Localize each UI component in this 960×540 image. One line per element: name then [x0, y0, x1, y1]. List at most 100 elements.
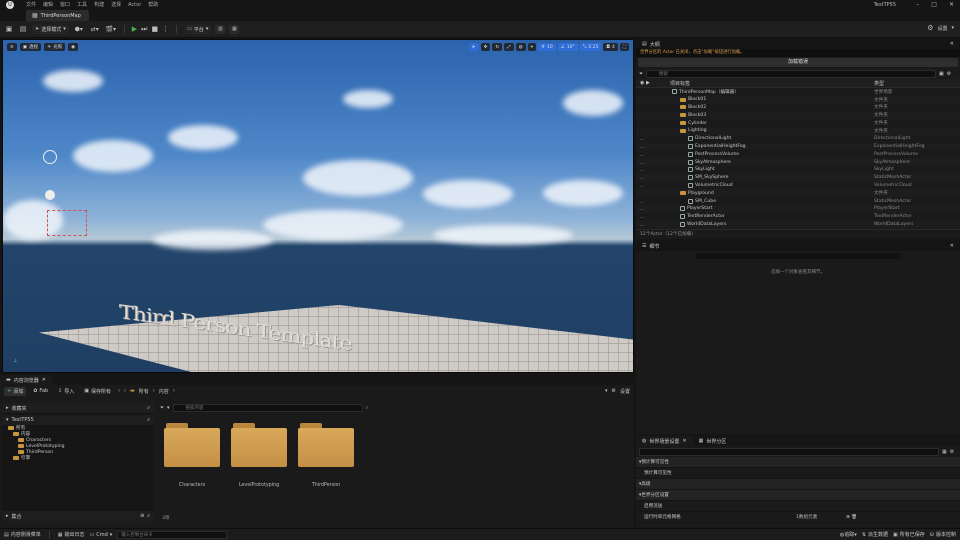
revision-control-button[interactable]: ⛁ 版本控制 [930, 531, 956, 539]
folder-thumbnail-icon[interactable] [164, 423, 220, 467]
all-saved-status[interactable]: ▣ 所有已保存 [893, 531, 925, 539]
folder-thumbnail-icon[interactable] [231, 423, 287, 467]
visibility-toggle-icon[interactable]: ‿ [636, 160, 648, 165]
close-icon[interactable]: ✕ [950, 243, 954, 249]
menu-select[interactable]: 选择 [111, 1, 121, 8]
menu-build[interactable]: 构建 [94, 1, 104, 8]
folder-thumbnail-icon[interactable] [298, 423, 354, 467]
play-options-icon[interactable]: ⋮ [162, 25, 169, 33]
marketplace-icon[interactable]: ▦ [229, 24, 240, 34]
level-viewport[interactable]: Third Person Template ⊥ ≡ ▣ 透视 ☀ 光照 ◉ ➤ … [2, 39, 634, 373]
rotate-tool-icon[interactable]: ↻ [492, 43, 503, 51]
back-icon[interactable]: ‹ [118, 388, 120, 394]
property-row[interactable]: 运行时单元格网格 1数组元素 ⊕ 🗑 [636, 512, 960, 523]
perspective-button[interactable]: ▣ 透视 [19, 43, 42, 51]
scale-tool-icon[interactable]: ⤢ [504, 43, 514, 51]
outliner-row[interactable]: Lighting 文件夹 [636, 126, 960, 135]
forward-icon[interactable]: › [124, 388, 126, 394]
visibility-toggle-icon[interactable]: ‿ [636, 175, 648, 180]
tab-world-settings[interactable]: ◍ 世界场景设置 ✕ [636, 436, 693, 446]
close-icon[interactable]: ✕ [682, 438, 686, 444]
viewport-menu-button[interactable]: ≡ [7, 43, 17, 51]
outliner-search-input[interactable]: 搜索 [646, 69, 937, 78]
outliner-row[interactable]: ‿ SkyAtmosphere SkyAtmosphere [636, 158, 960, 166]
mode-dropdown[interactable]: ➤ 选择模式 ▾ [32, 24, 69, 34]
folder-tree-item[interactable]: 引擎 [2, 455, 154, 461]
project-header[interactable]: ▾ TestTP55 ⌕ [2, 415, 154, 425]
property-row[interactable]: 启用流送 [636, 501, 960, 512]
property-row[interactable]: 预计算可见性 [636, 468, 960, 479]
search-icon[interactable]: ⌕ [147, 513, 150, 519]
visibility-toggle-icon[interactable]: ‿ [636, 167, 648, 172]
content-search-input[interactable]: 搜索内容 [172, 403, 363, 412]
platform-dropdown[interactable]: ▭ 平台 ▾ [184, 24, 212, 34]
translate-tool-icon[interactable]: ✥ [480, 43, 491, 51]
outliner-row[interactable]: ‿ SM_Cube StaticMeshActor [636, 197, 960, 205]
outliner-row[interactable]: ‿ SkyLight SkyLight [636, 166, 960, 174]
filter-icon[interactable]: ⏷ [639, 71, 643, 77]
show-button[interactable]: ◉ [68, 43, 79, 51]
favorites-header[interactable]: ▸ 收藏夹 ⌕ [2, 403, 154, 413]
visibility-toggle-icon[interactable]: ‿ [636, 199, 648, 204]
folder-label[interactable]: ThirdPerson [291, 483, 361, 488]
close-icon[interactable]: ✕ [42, 377, 46, 383]
outliner-row[interactable]: ‿ WorldDataLayers WorldDataLayers [636, 220, 960, 229]
outliner-row[interactable]: ‿ ExponentialHeightFog ExponentialHeightFo… [636, 142, 960, 151]
visibility-toggle-icon[interactable]: ‿ [636, 222, 648, 227]
outliner-row[interactable]: Playground 文件夹 [636, 189, 960, 198]
outliner-row[interactable]: ‿ PostProcessVolume PostProcessVolume [636, 150, 960, 158]
col-type-header[interactable]: 类型 [874, 80, 884, 87]
close-icon[interactable]: ✕ [950, 41, 954, 47]
content-drawer-button[interactable]: ▤ 内容侧滑菜单 [4, 531, 41, 539]
outliner-row[interactable]: Cylinder 文件夹 [636, 119, 960, 127]
array-add-remove-icon[interactable]: ⊕ 🗑 [846, 515, 857, 520]
folder-label[interactable]: Characters [157, 483, 227, 488]
blueprint-icon[interactable]: ⇄▾ [89, 26, 101, 33]
history-dropdown-icon[interactable]: ▾ [605, 388, 608, 394]
select-tool-icon[interactable]: ➤ [468, 43, 479, 51]
lit-button[interactable]: ☀ 光照 [44, 43, 66, 51]
menu-window[interactable]: 窗口 [60, 1, 70, 8]
col-label-header[interactable]: 项目标签 [670, 80, 690, 87]
outliner-row[interactable]: ‿ TextRenderActor TextRenderActor [636, 213, 960, 221]
gear-icon[interactable]: ⚙ [612, 388, 616, 394]
console-input[interactable]: 输入控制台命令 [117, 530, 228, 539]
outliner-row[interactable]: ‿ SM_SkySphere StaticMeshActor [636, 173, 960, 182]
details-search-bar[interactable] [696, 253, 900, 259]
outliner-row[interactable]: ‿ VolumetricCloud VolumetricCloud [636, 182, 960, 190]
surface-snap-icon[interactable]: ⌖ [527, 43, 537, 51]
fab-button[interactable]: ✿ Fab [30, 387, 51, 396]
tab-content-browser[interactable]: ▬ 内容浏览器 ✕ [0, 375, 52, 385]
property-category[interactable]: ▾ 高级 [636, 479, 960, 490]
output-log-button[interactable]: ▦ 输出日志 [58, 531, 85, 539]
gear-icon[interactable]: ⚙ [950, 449, 954, 455]
stop-icon[interactable]: ■ [151, 25, 158, 33]
settings-label[interactable]: 设置 [937, 25, 947, 32]
collections-header[interactable]: ▸ 集合 ⊕ ⌕ [2, 511, 154, 521]
menu-tools[interactable]: 工具 [77, 1, 87, 8]
world-space-icon[interactable]: ◍ [515, 43, 526, 51]
unreal-logo-icon[interactable]: U [6, 1, 14, 9]
player-start-icon[interactable] [43, 150, 57, 164]
derived-data-button[interactable]: ⇅ 派生数据 [862, 531, 888, 539]
trace-button[interactable]: ◍ 追踪 ▾ [840, 531, 857, 539]
minimize-icon[interactable]: – [916, 1, 919, 8]
camera-speed-button[interactable]: ◘ 4 [603, 43, 618, 51]
outliner-row[interactable]: Block03 文件夹 [636, 111, 960, 120]
outliner-row[interactable]: ‿ DirectionalLight DirectionalLight [636, 135, 960, 143]
add-actor-icon[interactable]: ⬢▾ [73, 26, 85, 33]
search-icon[interactable]: ⌕ [147, 417, 150, 423]
menu-edit[interactable]: 编辑 [43, 1, 53, 8]
visibility-toggle-icon[interactable]: ‿ [636, 136, 648, 141]
visibility-toggle-icon[interactable]: ‿ [636, 214, 648, 219]
light-icon[interactable] [45, 190, 55, 200]
cmd-dropdown[interactable]: ▭ Cmd ▾ [90, 532, 113, 538]
outliner-row[interactable]: ‿ PlayerStart PlayerStart [636, 204, 960, 213]
tab-world-partition[interactable]: ▦ 世界分区 [692, 436, 733, 446]
outliner-row[interactable]: Block02 文件夹 [636, 104, 960, 112]
load-errors-button[interactable]: 加载错误 [638, 58, 958, 67]
outliner-row[interactable]: ThirdPersonMap（编辑器） 世界场景 [636, 88, 960, 96]
save-all-button[interactable]: ▣ 保存所有 [81, 387, 114, 396]
add-button[interactable]: + 添加 [4, 386, 27, 396]
add-folder-icon[interactable]: ▣ [939, 71, 944, 77]
